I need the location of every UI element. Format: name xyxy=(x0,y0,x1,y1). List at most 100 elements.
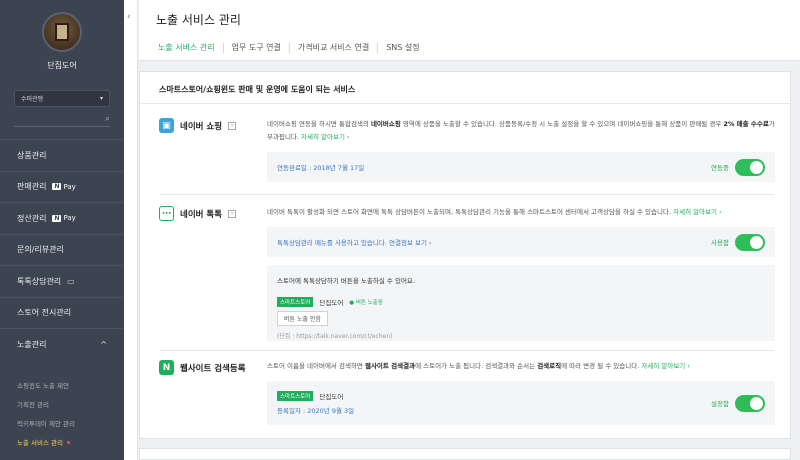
toggle-group: 설정함 xyxy=(711,394,765,412)
sidebar-item-content: 상품관리 xyxy=(17,150,46,161)
naver-n-icon: N xyxy=(52,183,62,191)
page-title: 노출 서비스 관리 xyxy=(139,0,800,35)
menu-search-input[interactable]: ⌕ xyxy=(14,111,110,127)
service-description: 네이버쇼핑 연동을 하시면 통합검색의 네이버쇼핑 영역에 상품을 노출할 수 … xyxy=(267,118,775,144)
next-card xyxy=(139,448,791,460)
store-name: 단집도어 xyxy=(319,299,344,307)
service-name: ▣ 네이버 쇼핑 › xyxy=(159,118,237,133)
connection-info-link[interactable]: 연결정보 보기 › xyxy=(389,239,432,247)
desc-bold: 네이버쇼핑 xyxy=(370,120,401,128)
toggle-label: 사용함 xyxy=(711,239,729,247)
chat-icon: ▭ xyxy=(67,276,75,286)
talk-url: (단집 : https://talk.naver.com/ct/echen) xyxy=(277,333,393,340)
sidebar-item[interactable]: 상품관리 xyxy=(0,139,124,171)
tab[interactable]: 가격비교 서비스 연결 xyxy=(290,42,379,53)
service-name-label: 네이버 톡톡 xyxy=(180,209,223,220)
desc-text: 스토어 이름을 네이버에서 검색하면 xyxy=(267,362,365,370)
services-card: 스마트스토어/쇼핑윈도 판매 및 운영에 도움이 되는 서비스 ▣ 네이버 쇼핑… xyxy=(139,71,791,439)
hide-button[interactable]: 버튼 노출 안함 xyxy=(277,311,328,326)
submenu-item-label: 쇼핑윈도 노출 제안 xyxy=(17,382,69,390)
sidebar-item-label: 문의/리뷰관리 xyxy=(17,245,64,255)
sidebar-item-content: 판매관리 N Pay xyxy=(17,181,76,192)
toggle-knob xyxy=(750,235,763,249)
toggle-group: 연동중 xyxy=(711,158,765,176)
shopping-toggle[interactable] xyxy=(735,158,765,176)
status-text: 연동완료일 : 2018년 7월 17일 xyxy=(277,164,365,172)
store-name: 단집도어 xyxy=(47,61,77,70)
sidebar-item-content: 톡톡상담관리 ▭ xyxy=(17,276,75,287)
sidebar-item[interactable]: 노출관리 ^ xyxy=(0,328,124,360)
desc-text: 네이버 톡톡이 활성화 되면 스토어 화면에 톡톡 상담버튼이 노출되며, 톡톡… xyxy=(267,208,674,216)
sidebar-item[interactable]: 문의/리뷰관리 xyxy=(0,233,124,266)
desc-bold: 2% 매출 수수료 xyxy=(723,120,769,128)
button-status: ● 버튼 노출중 xyxy=(349,300,383,306)
status-message: 톡톡상담관리 메뉴를 사용하고 있습니다. xyxy=(277,239,389,247)
toggle-label: 설정함 xyxy=(711,400,729,408)
tab[interactable]: 업무 도구 연결 xyxy=(224,42,290,53)
card-title: 스마트스토어/쇼핑윈도 판매 및 운영에 도움이 되는 서비스 xyxy=(140,72,790,104)
toggle-label: 연동중 xyxy=(711,164,729,172)
chat-icon: ⋯ xyxy=(159,206,174,221)
desc-text: 에 스토어가 노출 됩니다. 검색결과와 순서는 xyxy=(415,362,538,370)
service-name-label: 웹사이트 검색등록 xyxy=(180,363,246,374)
status-box: 연동완료일 : 2018년 7월 17일 연동중 xyxy=(267,152,775,182)
avatar[interactable] xyxy=(42,12,82,52)
status-box: 스마트스토어 단집도어 등록일자 : 2020년 9월 3일 설정함 xyxy=(267,381,775,425)
profile: 단집도어 xyxy=(0,0,124,82)
chevron-up-icon: ^ xyxy=(100,339,107,349)
service-description: 스토어 이름을 네이버에서 검색하면 웹사이트 검색결과에 스토어가 노출 됩니… xyxy=(267,360,775,373)
sidebar-item[interactable]: 스토어 전시관리 xyxy=(0,296,124,329)
learn-more-link[interactable]: 자세히 알아보기 › xyxy=(673,208,722,216)
tab[interactable]: SNS 설정 xyxy=(378,43,427,53)
pay-label: Pay xyxy=(63,182,76,191)
website-toggle[interactable] xyxy=(735,394,765,412)
naver-n-icon: N xyxy=(159,360,174,375)
sidebar-item-content: 노출관리 xyxy=(17,339,46,350)
submenu-item[interactable]: 쇼핑윈도 노출 제안 xyxy=(17,376,124,395)
sidebar-item-content: 정산관리 N Pay xyxy=(17,213,76,224)
desc-bold: 검색로직 xyxy=(537,362,562,370)
search-icon[interactable]: ⌕ xyxy=(105,114,110,124)
sidebar-item[interactable]: 톡톡상담관리 ▭ xyxy=(0,265,124,297)
service-description: 네이버 톡톡이 활성화 되면 스토어 화면에 톡톡 상담버튼이 노출되며, 톡톡… xyxy=(267,206,775,219)
pay-label: Pay xyxy=(63,214,76,223)
sidebar-item-label: 톡톡상담관리 xyxy=(17,276,62,286)
tab-bar: 노출 서비스 관리 업무 도구 연결 가격비교 서비스 연결 SNS 설정 xyxy=(139,35,800,61)
desc-text: 네이버쇼핑 연동을 하시면 통합검색의 xyxy=(267,120,371,128)
info-icon[interactable]: › xyxy=(228,121,237,130)
info-icon[interactable]: › xyxy=(228,209,237,218)
sidebar-item-label: 정산관리 xyxy=(17,213,47,223)
submenu-item[interactable]: 노출 서비스 관리 xyxy=(17,433,124,452)
store-name: 단집도어 xyxy=(319,393,344,401)
store-row: 스마트스토어 단집도어 xyxy=(277,391,354,401)
sidebar-item[interactable]: 정산관리 N Pay xyxy=(0,202,124,234)
sidebar-item-label: 판매관리 xyxy=(17,182,47,192)
talk-toggle[interactable] xyxy=(735,233,765,251)
store-selector[interactable]: 수퍼관맹 ▾ xyxy=(14,90,110,107)
submenu-item[interactable]: 기획전 관리 xyxy=(17,395,124,414)
desc-bold: 웹사이트 검색결과 xyxy=(364,362,416,370)
smartstore-badge: 스마트스토어 xyxy=(277,391,314,401)
sidebar-item-label: 노출관리 xyxy=(17,339,47,349)
toggle-knob xyxy=(750,160,763,174)
store-image xyxy=(55,23,69,41)
chevron-left-icon: ‹ xyxy=(127,12,131,22)
submenu-item[interactable]: 럭키투데이 제안 관리 xyxy=(17,414,124,433)
submenu-item-label: 기획전 관리 xyxy=(17,401,49,409)
toggle-group: 사용함 xyxy=(711,233,765,251)
sidebar-item[interactable]: 판매관리 N Pay xyxy=(0,170,124,203)
registration-date: 등록일자 : 2020년 9월 3일 xyxy=(277,407,355,415)
sidebar-collapse-button[interactable]: ‹ xyxy=(124,0,138,460)
service-name: ⋯ 네이버 톡톡 › xyxy=(159,206,237,221)
store-selector-value: 수퍼관맹 xyxy=(21,96,44,103)
submenu-item-label: 노출 서비스 관리 xyxy=(17,439,63,447)
toggle-knob xyxy=(750,396,763,410)
tab[interactable]: 노출 서비스 관리 xyxy=(158,42,224,53)
exposure-submenu: 쇼핑윈도 노출 제안기획전 관리럭키투데이 제안 관리노출 서비스 관리 xyxy=(0,360,124,452)
learn-more-link[interactable]: 자세히 알아보기 › xyxy=(301,133,350,141)
service-name: N 웹사이트 검색등록 xyxy=(159,360,246,375)
service-body: 네이버 톡톡이 활성화 되면 스토어 화면에 톡톡 상담버튼이 노출되며, 톡톡… xyxy=(267,206,775,341)
desc-text: 에 따라 변경 될 수 있습니다. xyxy=(561,362,642,370)
learn-more-link[interactable]: 자세히 알아보기 › xyxy=(641,362,690,370)
status-box: 톡톡상담관리 메뉴를 사용하고 있습니다. 연결정보 보기 › 사용함 xyxy=(267,227,775,257)
